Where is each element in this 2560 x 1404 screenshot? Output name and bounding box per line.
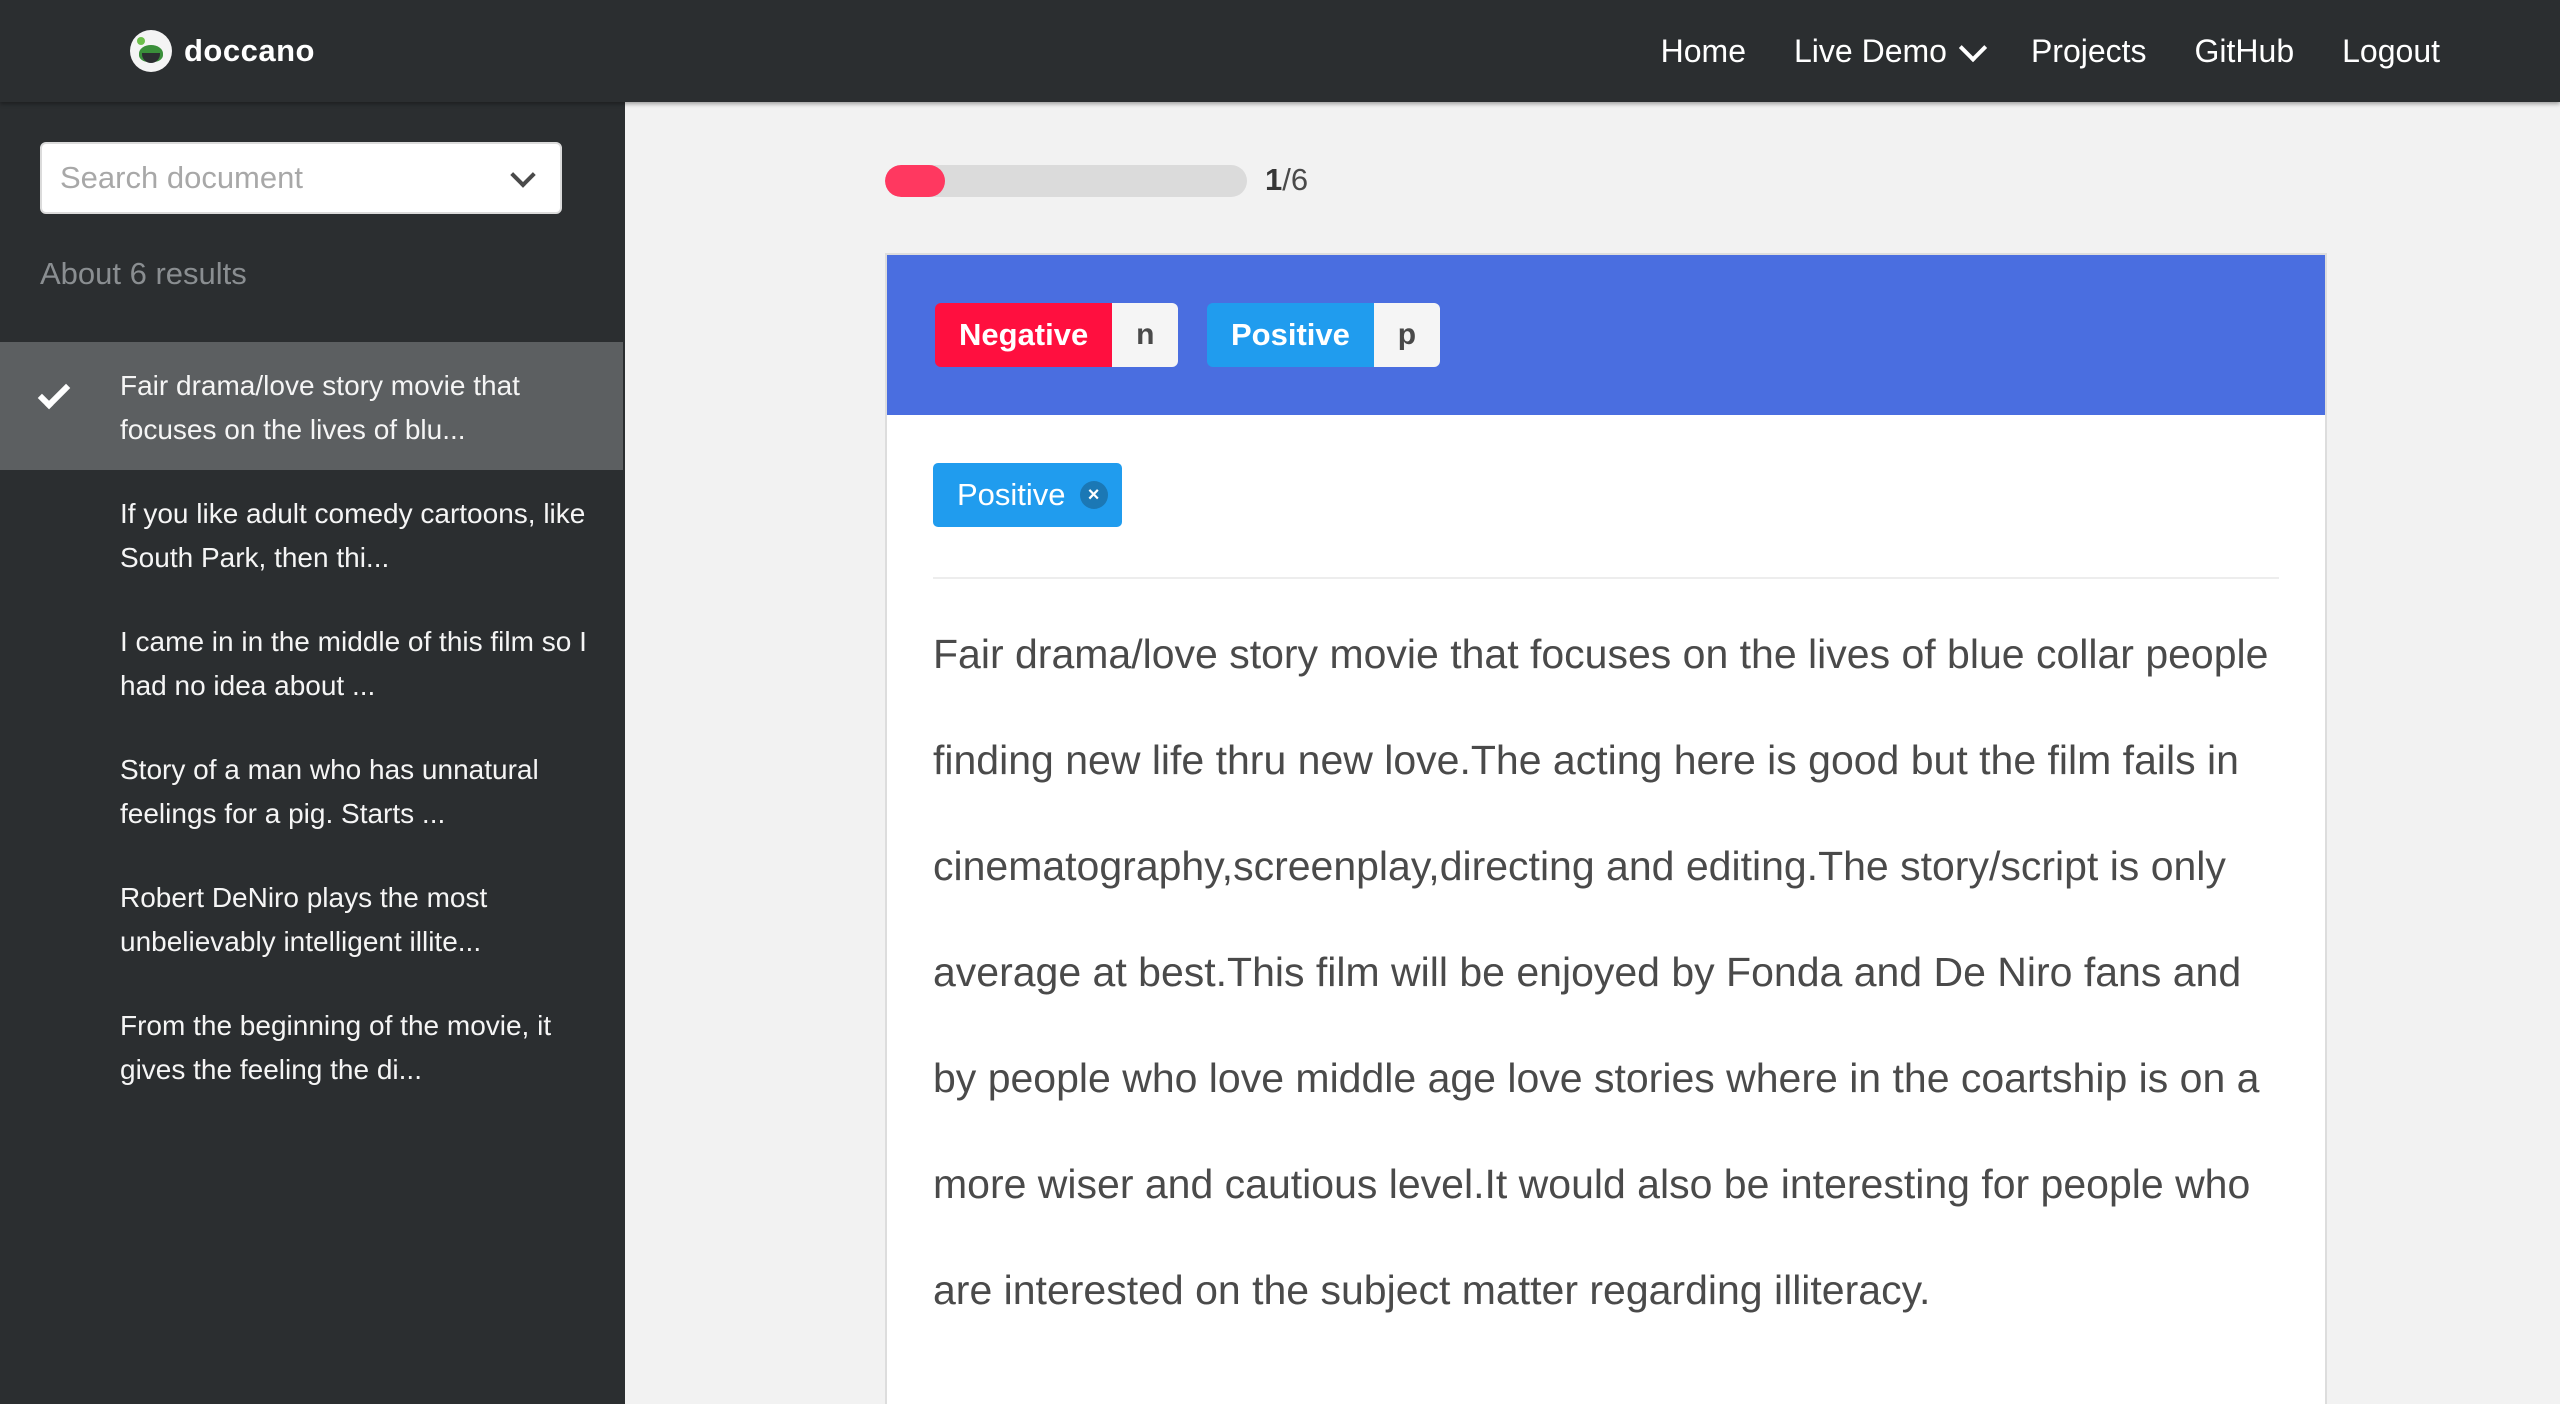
label-shortcut: n xyxy=(1112,303,1179,367)
label-name: Positive xyxy=(1207,303,1374,367)
document-list: Fair drama/love story movie that focuses… xyxy=(0,342,623,1110)
search-input[interactable] xyxy=(42,144,482,212)
progress-fill xyxy=(885,165,946,197)
document-list-item[interactable]: Story of a man who has unnatural feeling… xyxy=(0,726,623,854)
progress-current: 1 xyxy=(1265,162,1283,197)
chevron-down-icon[interactable] xyxy=(510,162,536,188)
document-snippet: From the beginning of the movie, it give… xyxy=(120,1010,552,1085)
label-header: Negative n Positive p xyxy=(887,255,2325,415)
nav-github[interactable]: GitHub xyxy=(2195,33,2295,70)
search-document-dropdown[interactable] xyxy=(40,142,562,214)
nav-projects-label: Projects xyxy=(2030,32,2147,69)
check-icon xyxy=(37,376,71,410)
annotation-tag: Positive × xyxy=(933,463,1122,527)
label-shortcut: p xyxy=(1373,303,1440,367)
document-list-item[interactable]: From the beginning of the movie, it give… xyxy=(0,982,623,1110)
navbar: doccano Home Live Demo Projects GitHub L… xyxy=(0,0,2560,102)
document-list-item[interactable]: If you like adult comedy cartoons, like … xyxy=(0,470,623,598)
divider xyxy=(933,577,2279,579)
chevron-down-icon xyxy=(1958,33,1988,63)
brand-link[interactable]: doccano xyxy=(130,30,315,72)
nav-menu: Home Live Demo Projects GitHub Logout xyxy=(1661,0,2560,102)
annotation-tag-label: Positive xyxy=(957,477,1066,512)
label-name: Negative xyxy=(935,303,1113,367)
nav-github-label: GitHub xyxy=(2194,32,2295,69)
brand-name: doccano xyxy=(184,33,315,68)
sidebar: About 6 results Fair drama/love story mo… xyxy=(0,102,625,1404)
annotation-card: Negative n Positive p Positive × Fair dr… xyxy=(885,253,2327,1404)
nav-home-label: Home xyxy=(1660,32,1746,69)
nav-projects[interactable]: Projects xyxy=(2031,33,2147,70)
document-snippet: Story of a man who has unnatural feeling… xyxy=(120,754,539,829)
nav-logout-label: Logout xyxy=(2342,32,2440,69)
nav-live-demo-dropdown[interactable]: Live Demo xyxy=(1793,32,1988,70)
document-text: Fair drama/love story movie that focuses… xyxy=(933,631,2269,1313)
progress-bar xyxy=(885,165,1247,197)
document-snippet: If you like adult comedy cartoons, like … xyxy=(120,498,586,573)
document-list-item[interactable]: Fair drama/love story movie that focuses… xyxy=(0,342,623,470)
nav-live-demo-label: Live Demo xyxy=(1793,32,1947,69)
delete-tag-button[interactable]: × xyxy=(1079,481,1108,509)
doccano-logo-icon xyxy=(130,30,172,72)
label-button-positive[interactable]: Positive p xyxy=(1207,303,1440,367)
nav-logout[interactable]: Logout xyxy=(2342,33,2440,70)
progress-total: /6 xyxy=(1282,162,1309,197)
document-snippet: Robert DeNiro plays the most unbelievabl… xyxy=(120,882,488,957)
document-snippet: I came in in the middle of this film so … xyxy=(120,626,587,701)
results-count: About 6 results xyxy=(40,256,247,291)
card-body: Positive × Fair drama/love story movie t… xyxy=(887,415,2325,1343)
label-button-negative[interactable]: Negative n xyxy=(935,303,1179,367)
document-snippet: Fair drama/love story movie that focuses… xyxy=(120,370,520,445)
progress-text: 1/6 xyxy=(1265,162,1308,198)
nav-home[interactable]: Home xyxy=(1661,33,1746,70)
document-list-item[interactable]: I came in in the middle of this film so … xyxy=(0,598,623,726)
document-list-item[interactable]: Robert DeNiro plays the most unbelievabl… xyxy=(0,854,623,982)
